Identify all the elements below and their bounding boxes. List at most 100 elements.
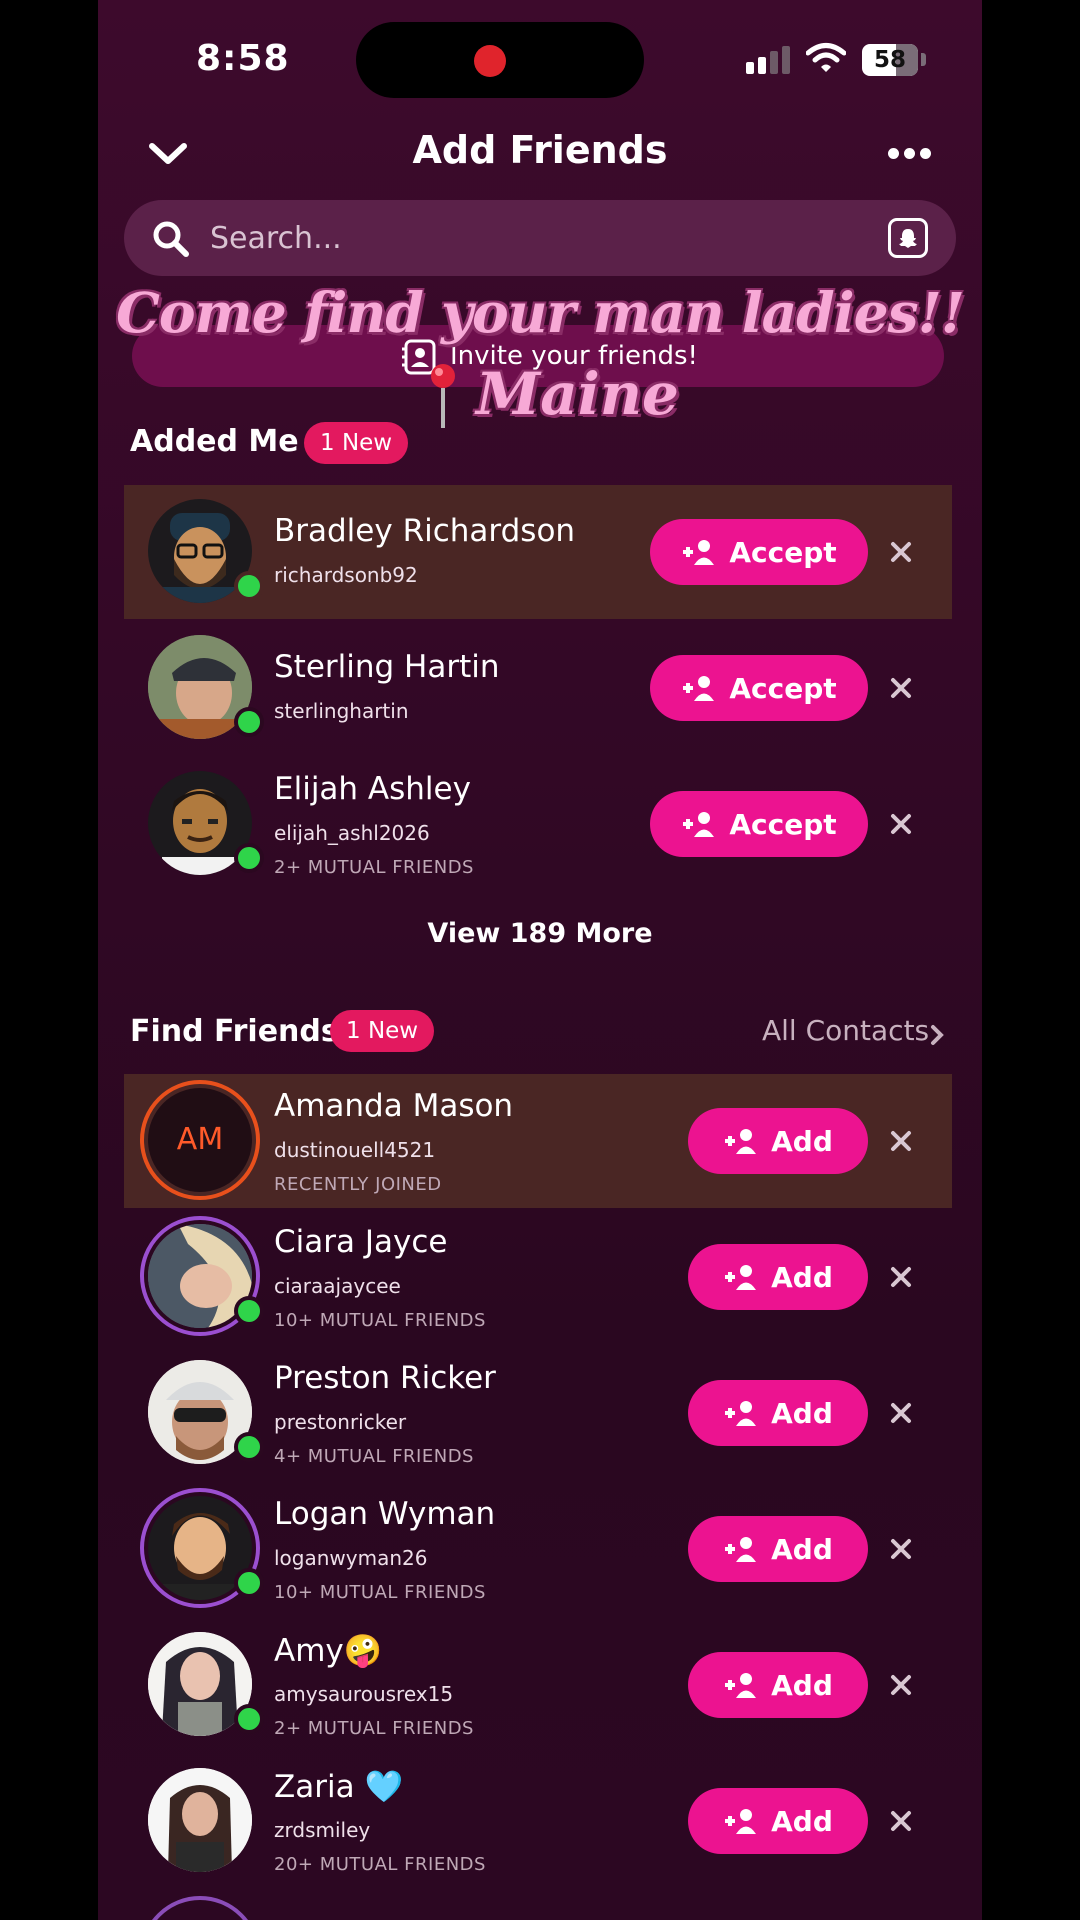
close-icon[interactable]: [890, 677, 912, 699]
accept-label: Accept: [729, 535, 837, 569]
friend-username: sterlinghartin: [274, 699, 409, 723]
avatar-initials: AM: [148, 1088, 252, 1192]
friend-username: loganwyman26: [274, 1546, 428, 1570]
accept-button[interactable]: Accept: [650, 655, 868, 721]
add-person-icon: [725, 1265, 757, 1290]
add-button[interactable]: Add: [688, 1244, 868, 1310]
add-label: Add: [771, 1668, 833, 1702]
wifi-icon: [806, 43, 846, 72]
recording-indicator-icon: [474, 45, 506, 77]
add-person-icon: [725, 1809, 757, 1834]
mutual-friends-count: 2+ MUTUAL FRIENDS: [274, 857, 474, 878]
friend-name: Amanda Mason: [274, 1088, 514, 1124]
add-label: Add: [771, 1804, 833, 1838]
add-label: Add: [771, 1260, 833, 1294]
status-time: 8:58: [196, 38, 290, 79]
page-title: Add Friends: [412, 128, 668, 172]
add-button[interactable]: Add: [688, 1652, 868, 1718]
list-item[interactable]: Bradley Richardson richardsonb92 Accept: [124, 485, 952, 619]
pushpin-icon: [431, 364, 455, 428]
battery-tip: [921, 53, 926, 66]
overlay-caption-line1: Come find your man ladies!!: [116, 280, 965, 345]
friend-username: zrdsmiley: [274, 1818, 371, 1842]
accept-label: Accept: [729, 807, 837, 841]
add-person-icon: [683, 812, 715, 837]
friend-username: amysaurousrex15: [274, 1682, 454, 1706]
avatar[interactable]: AM: [148, 1088, 252, 1192]
battery-icon: 58: [862, 44, 918, 76]
add-label: Add: [771, 1532, 833, 1566]
accept-button[interactable]: Accept: [650, 519, 868, 585]
friend-username: ciaraajaycee: [274, 1274, 401, 1298]
close-icon[interactable]: [890, 1538, 912, 1560]
added-me-heading: Added Me: [130, 424, 299, 459]
friend-username: prestonricker: [274, 1410, 407, 1434]
online-indicator: [234, 843, 264, 873]
add-person-icon: [683, 540, 715, 565]
close-icon[interactable]: [890, 1402, 912, 1424]
list-item[interactable]: Sterling Hartin sterlinghartin Accept: [124, 621, 952, 755]
friend-name: Elijah Ashley: [274, 771, 471, 807]
search-bar[interactable]: [124, 200, 956, 276]
mutual-friends-count: 10+ MUTUAL FRIENDS: [274, 1310, 486, 1331]
mutual-friends-count: 10+ MUTUAL FRIENDS: [274, 1582, 486, 1603]
online-indicator: [234, 1704, 264, 1734]
add-button[interactable]: Add: [688, 1516, 868, 1582]
friend-name: Logan Wyman: [274, 1496, 496, 1532]
close-icon[interactable]: [890, 1130, 912, 1152]
close-icon[interactable]: [890, 1810, 912, 1832]
accept-button[interactable]: Accept: [650, 791, 868, 857]
friend-username: richardsonb92: [274, 563, 418, 587]
add-button[interactable]: Add: [688, 1788, 868, 1854]
list-item[interactable]: Preston Ricker prestonricker 4+ MUTUAL F…: [124, 1346, 952, 1480]
snapcode-scan-icon[interactable]: [888, 218, 928, 258]
list-item[interactable]: Zaria 🩵 zrdsmiley 20+ MUTUAL FRIENDS Add: [124, 1754, 952, 1888]
online-indicator: [234, 1296, 264, 1326]
close-icon[interactable]: [890, 1674, 912, 1696]
friend-name: Ciara Jayce: [274, 1224, 448, 1260]
list-item[interactable]: Logan Wyman loganwyman26 10+ MUTUAL FRIE…: [124, 1482, 952, 1616]
recently-joined-label: RECENTLY JOINED: [274, 1174, 442, 1195]
add-label: Add: [771, 1124, 833, 1158]
add-person-icon: [683, 676, 715, 701]
accept-label: Accept: [729, 671, 837, 705]
battery-level: 58: [873, 47, 906, 73]
friend-name: Amy🤪: [274, 1633, 383, 1669]
close-icon[interactable]: [890, 541, 912, 563]
search-icon: [153, 221, 189, 257]
online-indicator: [234, 1432, 264, 1462]
overlay-caption-line2: Maine: [476, 360, 679, 428]
add-button[interactable]: Add: [688, 1380, 868, 1446]
app-screen: 8:58 58 Add Friends Search... Invite you…: [98, 0, 982, 1920]
search-input[interactable]: [210, 214, 830, 262]
online-indicator: [234, 1568, 264, 1598]
friend-username: dustinouell4521: [274, 1138, 436, 1162]
all-contacts-link[interactable]: All Contacts: [762, 1014, 929, 1047]
find-friends-new-badge: 1 New: [330, 1010, 435, 1052]
close-icon[interactable]: [890, 813, 912, 835]
list-item[interactable]: Ciara Jayce ciaraajaycee 10+ MUTUAL FRIE…: [124, 1210, 952, 1344]
friend-name: Preston Ricker: [274, 1360, 496, 1396]
friend-username: elijah_ashl2026: [274, 821, 430, 845]
add-person-icon: [725, 1537, 757, 1562]
friend-name: Sterling Hartin: [274, 649, 500, 685]
close-icon[interactable]: [890, 1266, 912, 1288]
online-indicator: [234, 707, 264, 737]
chevron-right-icon[interactable]: [930, 1024, 944, 1046]
story-ring: [140, 1896, 260, 1920]
add-person-icon: [725, 1673, 757, 1698]
online-indicator: [234, 571, 264, 601]
add-person-icon: [725, 1129, 757, 1154]
list-item[interactable]: Elijah Ashley elijah_ashl2026 2+ MUTUAL …: [124, 757, 952, 891]
more-options-icon[interactable]: [888, 148, 932, 160]
added-me-new-badge: 1 New: [304, 422, 409, 464]
add-person-icon: [725, 1401, 757, 1426]
add-button[interactable]: Add: [688, 1108, 868, 1174]
avatar[interactable]: [148, 1768, 252, 1872]
list-item[interactable]: AM Amanda Mason dustinouell4521 RECENTLY…: [124, 1074, 952, 1208]
mutual-friends-count: 20+ MUTUAL FRIENDS: [274, 1854, 486, 1875]
list-item[interactable]: Amy🤪 amysaurousrex15 2+ MUTUAL FRIENDS A…: [124, 1618, 952, 1752]
cellular-signal-icon: [746, 46, 790, 74]
mutual-friends-count: 4+ MUTUAL FRIENDS: [274, 1446, 474, 1467]
view-more-button[interactable]: View 189 More: [98, 918, 982, 949]
